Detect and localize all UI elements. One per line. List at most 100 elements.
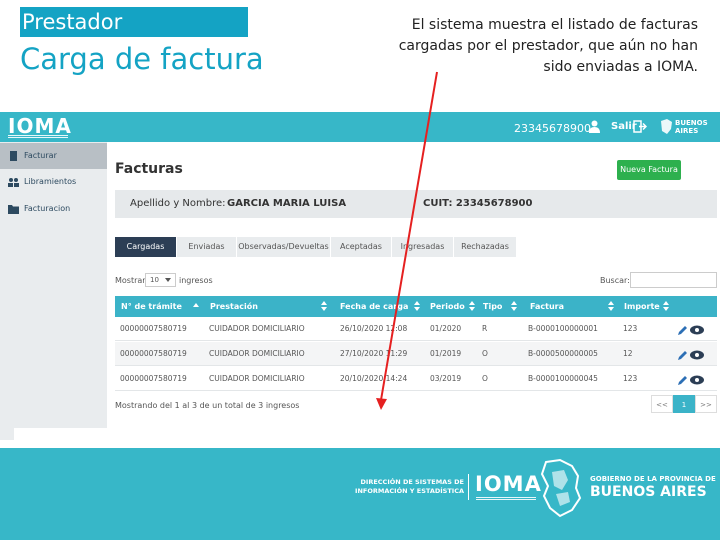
document-icon <box>10 151 17 161</box>
province-logo-text: BUENOS AIRES <box>675 119 708 135</box>
footer-divider <box>468 474 469 500</box>
sidebar-item-facturacion[interactable]: Facturacion <box>0 196 107 222</box>
sidebar-item-facturar[interactable]: Facturar <box>0 143 107 169</box>
cell-tramite: 00000007580719 <box>120 324 187 333</box>
col-fecha-carga[interactable]: Fecha de carga <box>340 296 408 317</box>
cell-factura: B-0000500000005 <box>528 349 598 358</box>
slide: Prestador Carga de factura El sistema mu… <box>0 0 720 540</box>
user-id: 23345678900 <box>514 122 591 135</box>
footer-gov-line: GOBIERNO DE LA PROVINCIA DE <box>590 475 716 483</box>
slide-tag: Prestador <box>20 7 248 37</box>
user-icon <box>589 120 600 133</box>
footer-ioma-logo: IOMA <box>475 472 542 496</box>
cell-tipo: O <box>482 374 488 383</box>
footer-direction-line: DIRECCIÓN DE SISTEMAS DE <box>360 478 464 486</box>
cuit-value: CUIT: 23345678900 <box>423 198 533 209</box>
cell-periodo: 01/2020 <box>430 324 462 333</box>
sidebar-item-label: Facturacion <box>24 204 71 213</box>
sidebar-item-label: Libramientos <box>24 177 77 186</box>
footer-logo-subtitle-lines <box>476 497 536 500</box>
sidebar-bottom <box>0 428 14 440</box>
edit-icon[interactable] <box>678 326 687 335</box>
logout-icon[interactable] <box>633 120 647 133</box>
search-label: Buscar: <box>600 276 630 285</box>
users-icon <box>8 178 19 187</box>
tab-rechazadas[interactable]: Rechazadas <box>454 237 516 257</box>
cell-prestacion: CUIDADOR DOMICILIARIO <box>209 374 305 383</box>
sort-icon[interactable] <box>193 301 199 311</box>
slide-title: Carga de factura <box>20 42 264 76</box>
sort-icon[interactable] <box>608 301 614 311</box>
cell-importe: 123 <box>623 324 638 333</box>
cell-tramite: 00000007580719 <box>120 349 187 358</box>
sort-icon[interactable] <box>663 301 669 311</box>
sidebar: Facturar Libramientos Facturacion <box>0 142 107 428</box>
main-content <box>107 142 720 442</box>
footer-direction: DIRECCIÓN DE SISTEMAS DE INFORMACIÓN Y E… <box>352 478 464 496</box>
view-icon[interactable] <box>690 325 704 335</box>
cell-fecha: 20/10/2020 14:24 <box>340 374 408 383</box>
tab-enviadas[interactable]: Enviadas <box>177 237 236 257</box>
cell-prestacion: CUIDADOR DOMICILIARIO <box>209 349 305 358</box>
col-factura[interactable]: Factura <box>530 296 564 317</box>
show-label: Mostrar <box>115 276 146 285</box>
col-tramite[interactable]: N° de trámite <box>121 296 182 317</box>
edit-icon[interactable] <box>678 376 687 385</box>
table-summary: Mostrando del 1 al 3 de un total de 3 in… <box>115 401 300 410</box>
tab-cargadas[interactable]: Cargadas <box>115 237 176 257</box>
sort-icon[interactable] <box>511 301 517 311</box>
sidebar-item-libramientos[interactable]: Libramientos <box>0 169 107 195</box>
col-prestacion[interactable]: Prestación <box>210 296 258 317</box>
show-suffix: ingresos <box>179 276 213 285</box>
table-row: 00000007580719 CUIDADOR DOMICILIARIO 26/… <box>115 317 717 341</box>
app-header: IOMA 23345678900 Salir BUENOS AIRES <box>0 112 720 142</box>
row-actions <box>678 375 704 385</box>
tab-ingresadas[interactable]: Ingresadas <box>392 237 453 257</box>
name-label: Apellido y Nombre: <box>130 198 226 209</box>
new-invoice-button[interactable]: Nueva Factura <box>617 160 681 180</box>
cell-importe: 12 <box>623 349 633 358</box>
name-value: GARCIA MARIA LUISA <box>227 198 347 209</box>
row-actions <box>678 325 704 335</box>
cell-periodo: 01/2019 <box>430 349 462 358</box>
row-actions <box>678 350 704 360</box>
col-tipo[interactable]: Tipo <box>483 296 502 317</box>
cell-factura: B-0000100000001 <box>528 324 598 333</box>
table-row: 00000007580719 CUIDADOR DOMICILIARIO 20/… <box>115 367 717 391</box>
logo-subtitle-lines <box>8 135 68 138</box>
footer-direction-line: INFORMACIÓN Y ESTADÍSTICA <box>355 487 464 495</box>
cell-prestacion: CUIDADOR DOMICILIARIO <box>209 324 305 333</box>
cell-fecha: 27/10/2020 11:29 <box>340 349 408 358</box>
view-icon[interactable] <box>690 350 704 360</box>
sort-icon[interactable] <box>414 301 420 311</box>
edit-icon[interactable] <box>678 351 687 360</box>
page-title: Facturas <box>115 161 183 177</box>
cell-tipo: O <box>482 349 488 358</box>
sort-icon[interactable] <box>321 301 327 311</box>
province-map-icon <box>540 458 582 518</box>
sidebar-item-label: Facturar <box>24 151 57 160</box>
search-input[interactable] <box>630 272 717 288</box>
page-size-select[interactable]: 10 <box>145 273 176 287</box>
cell-tipo: R <box>482 324 488 333</box>
table-header: N° de trámite Prestación Fecha de carga … <box>115 296 717 317</box>
table-row: 00000007580719 CUIDADOR DOMICILIARIO 27/… <box>115 342 717 366</box>
cell-periodo: 03/2019 <box>430 374 462 383</box>
pager-page-1[interactable]: 1 <box>673 395 695 413</box>
slide-caption: El sistema muestra el listado de factura… <box>398 17 698 75</box>
cell-tramite: 00000007580719 <box>120 374 187 383</box>
pager-prev[interactable]: << <box>651 395 673 413</box>
tab-aceptadas[interactable]: Aceptadas <box>331 237 391 257</box>
footer-ba-line: BUENOS AIRES <box>590 484 707 500</box>
view-icon[interactable] <box>690 375 704 385</box>
col-periodo[interactable]: Periodo <box>430 296 465 317</box>
chevron-down-icon <box>165 278 171 282</box>
cell-fecha: 26/10/2020 12:08 <box>340 324 408 333</box>
col-importe[interactable]: Importe <box>624 296 660 317</box>
cell-factura: B-0000100000045 <box>528 374 598 383</box>
tab-observadas[interactable]: Observadas/Devueltas <box>237 237 330 257</box>
folder-icon <box>8 205 19 214</box>
pager-next[interactable]: >> <box>695 395 717 413</box>
cell-importe: 123 <box>623 374 638 383</box>
sort-icon[interactable] <box>469 301 475 311</box>
